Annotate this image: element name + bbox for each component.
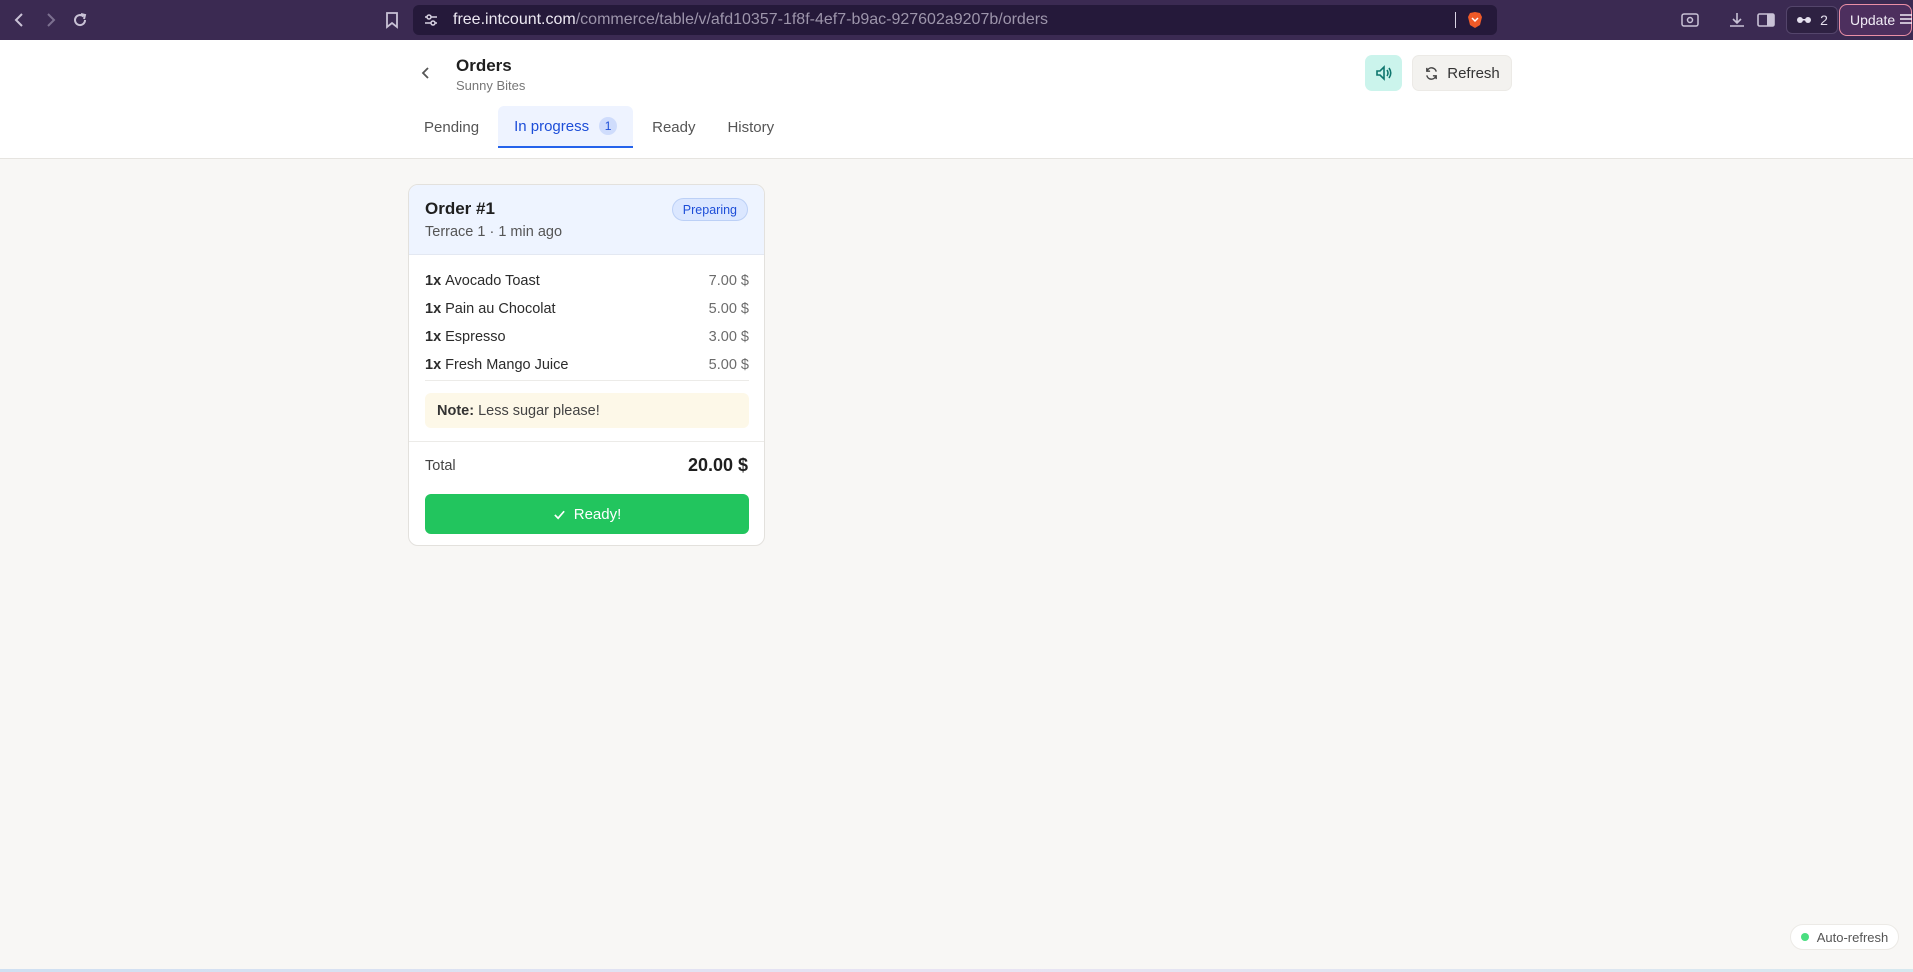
order-note: Note: Less sugar please! bbox=[425, 393, 749, 428]
item-price: 3.00 $ bbox=[708, 329, 749, 345]
refresh-icon bbox=[1426, 66, 1438, 80]
note-text: Less sugar please! bbox=[478, 402, 600, 419]
menu-icon bbox=[1899, 12, 1913, 28]
item-name: Fresh Mango Juice bbox=[445, 357, 569, 373]
list-item: 1x Fresh Mango Juice 5.00 $ bbox=[425, 351, 749, 379]
tab-label: Pending bbox=[424, 118, 480, 136]
list-item: 1x Espresso 3.00 $ bbox=[425, 323, 749, 351]
item-name: Espresso bbox=[445, 329, 506, 345]
url-path: /commerce/table/v/afd10357-1f8f-4ef7-b9a… bbox=[575, 11, 1049, 28]
site-settings-icon[interactable] bbox=[423, 12, 439, 28]
auto-refresh-label: Auto-refresh bbox=[1816, 929, 1889, 945]
total-value: 20.00 $ bbox=[687, 455, 748, 475]
forward-arrow-icon[interactable] bbox=[38, 8, 62, 32]
item-qty: 1x bbox=[425, 273, 442, 289]
app-header: Orders Sunny Bites Refresh Pending In pr… bbox=[0, 40, 1913, 159]
update-button[interactable]: Update bbox=[1839, 4, 1913, 36]
tab-pending[interactable]: Pending bbox=[411, 106, 492, 148]
order-title: Order #1 bbox=[425, 199, 495, 218]
order-status-tabs: Pending In progress 1 Ready History bbox=[411, 106, 793, 148]
tab-history[interactable]: History bbox=[714, 106, 787, 148]
ready-label: Ready! bbox=[573, 505, 622, 523]
sidebar-toggle-icon[interactable] bbox=[1756, 10, 1776, 30]
back-button[interactable] bbox=[413, 60, 439, 86]
url-host: free.intcount.com bbox=[453, 11, 576, 28]
divider bbox=[409, 441, 764, 442]
refresh-label: Refresh bbox=[1447, 64, 1500, 82]
extensions-count: 2 bbox=[1820, 12, 1828, 28]
note-label: Note: bbox=[437, 402, 475, 419]
speaker-icon bbox=[1375, 65, 1392, 81]
status-dot-icon bbox=[1800, 933, 1809, 941]
item-qty: 1x bbox=[425, 301, 442, 317]
browser-toolbar: free.intcount.com/commerce/table/v/afd10… bbox=[0, 0, 1913, 40]
page-title: Orders bbox=[456, 56, 512, 75]
item-name: Pain au Chocolat bbox=[445, 301, 556, 317]
tab-ready[interactable]: Ready bbox=[639, 106, 708, 148]
address-bar[interactable]: free.intcount.com/commerce/table/v/afd10… bbox=[413, 5, 1497, 35]
auto-refresh-indicator: Auto-refresh bbox=[1790, 924, 1899, 950]
item-name: Avocado Toast bbox=[445, 273, 540, 289]
glasses-icon bbox=[1796, 12, 1812, 28]
reload-icon[interactable] bbox=[68, 8, 92, 32]
sound-toggle-button[interactable] bbox=[1365, 55, 1402, 91]
update-label: Update bbox=[1850, 12, 1896, 28]
divider bbox=[425, 380, 749, 381]
item-price: 5.00 $ bbox=[708, 301, 749, 317]
bookmark-icon[interactable] bbox=[380, 8, 404, 32]
refresh-button[interactable]: Refresh bbox=[1412, 55, 1512, 91]
item-qty: 1x bbox=[425, 357, 442, 373]
check-icon bbox=[554, 510, 565, 519]
item-price: 5.00 $ bbox=[708, 357, 749, 373]
order-items: 1x Avocado Toast 7.00 $ 1x Pain au Chocola… bbox=[425, 267, 749, 379]
tab-label: History bbox=[727, 118, 775, 136]
count-badge: 1 bbox=[599, 117, 618, 135]
order-card: Order #1 Terrace 1 · 1 min ago Preparing… bbox=[408, 184, 765, 546]
tab-in-progress[interactable]: In progress 1 bbox=[498, 106, 634, 148]
list-item: 1x Avocado Toast 7.00 $ bbox=[425, 267, 749, 295]
download-icon[interactable] bbox=[1727, 10, 1747, 30]
item-price: 7.00 $ bbox=[708, 273, 749, 289]
tab-label: Ready bbox=[652, 118, 696, 136]
brave-shields-icon[interactable] bbox=[1467, 11, 1483, 29]
tab-label: In progress bbox=[514, 117, 590, 135]
mark-ready-button[interactable]: Ready! bbox=[425, 494, 749, 534]
restaurant-name: Sunny Bites bbox=[456, 78, 526, 93]
back-arrow-icon[interactable] bbox=[8, 8, 32, 32]
order-card-header: Order #1 Terrace 1 · 1 min ago Preparing bbox=[409, 185, 764, 255]
extensions-button[interactable]: 2 bbox=[1786, 6, 1838, 34]
chevron-left-icon bbox=[421, 67, 429, 79]
order-meta: Terrace 1 · 1 min ago bbox=[425, 224, 563, 240]
url-text: free.intcount.com/commerce/table/v/afd10… bbox=[453, 11, 1048, 29]
total-label: Total bbox=[425, 458, 456, 474]
tab-search-icon[interactable] bbox=[1680, 10, 1700, 30]
status-badge: Preparing bbox=[671, 198, 748, 221]
item-qty: 1x bbox=[425, 329, 442, 345]
urlbar-divider bbox=[1455, 12, 1456, 28]
list-item: 1x Pain au Chocolat 5.00 $ bbox=[425, 295, 749, 323]
